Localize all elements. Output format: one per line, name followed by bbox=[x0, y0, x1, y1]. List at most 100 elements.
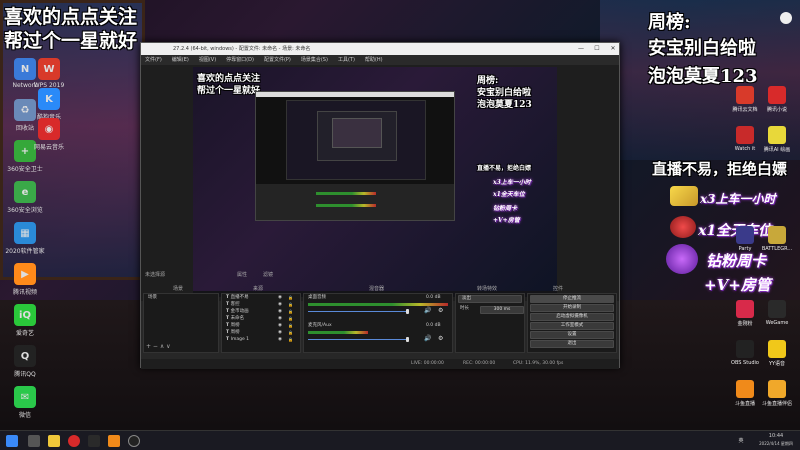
desktop-icon[interactable]: ▶ 腾讯视频 bbox=[2, 263, 48, 296]
properties-button[interactable]: 属性 bbox=[237, 271, 247, 279]
wechat-icon-corner[interactable] bbox=[780, 12, 792, 24]
volume-slider-desktop-knob[interactable] bbox=[406, 309, 409, 314]
lock-icon[interactable]: 🔒 bbox=[288, 322, 293, 329]
control-button[interactable]: 停止推流 bbox=[530, 295, 614, 303]
control-button[interactable]: 工作室模式 bbox=[530, 322, 614, 330]
start-icon[interactable] bbox=[6, 435, 18, 447]
desktop-icon[interactable]: Q 腾讯QQ bbox=[2, 345, 48, 378]
language-indicator[interactable]: 英 bbox=[736, 437, 746, 444]
desktop-icon[interactable]: W WPS 2019 bbox=[26, 58, 72, 89]
lock-icon[interactable]: 🔒 bbox=[288, 315, 293, 322]
source-label: 客控 bbox=[230, 302, 240, 307]
volume-slider-mic[interactable] bbox=[308, 339, 408, 340]
obs-taskbar-icon[interactable] bbox=[128, 435, 140, 447]
desktop-icon[interactable]: K酷狗音乐 bbox=[26, 88, 72, 121]
visibility-eye-icon[interactable]: ◉ bbox=[278, 329, 282, 336]
no-source-selected: 未选择源 bbox=[145, 272, 166, 278]
lock-icon[interactable]: 🔒 bbox=[288, 301, 293, 308]
source-item[interactable]: T 金币动画 ◉ 🔒 bbox=[222, 308, 300, 315]
source-item[interactable]: T Image 1 ◉ 🔒 bbox=[222, 336, 300, 343]
lock-icon[interactable]: 🔒 bbox=[288, 336, 293, 343]
icon-glyph: W bbox=[43, 63, 55, 75]
desktop-icon[interactable]: e 360安全浏览 bbox=[2, 181, 48, 214]
wechat-icon: ✉ bbox=[14, 386, 36, 408]
douyu-taskbar-icon[interactable] bbox=[108, 435, 120, 447]
gift-line1: x3上车一小时 bbox=[700, 192, 776, 206]
obs-menu-item[interactable]: 编辑(E) bbox=[172, 55, 189, 65]
visibility-eye-icon[interactable]: ◉ bbox=[278, 294, 282, 301]
desktop-icon[interactable]: ▦ 2020软件管家 bbox=[2, 222, 48, 255]
live-status: LIVE: 00:00:00 bbox=[411, 361, 444, 366]
maximize-icon[interactable]: ☐ bbox=[589, 43, 605, 55]
mixer-gear-icon[interactable]: ⚙ bbox=[438, 307, 443, 314]
control-button[interactable]: 开始录制 bbox=[530, 304, 614, 312]
kugou-taskbar-icon[interactable] bbox=[88, 435, 100, 447]
visibility-eye-icon[interactable]: ◉ bbox=[278, 315, 282, 322]
desktop-icon[interactable]: 腾讯小说 bbox=[754, 86, 800, 113]
task-view-icon[interactable] bbox=[28, 435, 40, 447]
source-item[interactable]: T 未命名 ◉ 🔒 bbox=[222, 315, 300, 322]
source-item[interactable]: T 直播不易 ◉ 🔒 bbox=[222, 294, 300, 301]
obs-menu-item[interactable]: 停靠窗口(D) bbox=[226, 55, 254, 65]
scene-item[interactable]: 场景 bbox=[144, 294, 218, 301]
obs-menu-item[interactable]: 场景集合(S) bbox=[301, 55, 328, 65]
control-button[interactable]: 退出 bbox=[530, 340, 614, 348]
mixer-channel-mic: 麦克风/Aux bbox=[308, 323, 332, 328]
source-item[interactable]: T 客控 ◉ 🔒 bbox=[222, 301, 300, 308]
netease-taskbar-icon[interactable] bbox=[68, 435, 80, 447]
transitions-panel[interactable]: 淡出 时长 300 ms bbox=[455, 293, 525, 353]
obs-menu-item[interactable]: 文件(F) bbox=[145, 55, 162, 65]
control-button[interactable]: 启动虚拟摄像机 bbox=[530, 313, 614, 321]
audio-mixer[interactable]: 桌面音频 0.0 dB 🔊 ⚙ 麦克风/Aux 0.0 dB 🔊 ⚙ bbox=[303, 293, 453, 353]
file-explorer-icon[interactable] bbox=[48, 435, 60, 447]
source-label: Image 1 bbox=[230, 337, 250, 342]
obs-menu-item[interactable]: 工具(T) bbox=[338, 55, 355, 65]
scenes-list[interactable]: 场景 + − ∧ ∨ bbox=[143, 293, 219, 353]
obs-menu-item[interactable]: 配置文件(P) bbox=[264, 55, 291, 65]
desktop-icon[interactable]: 腾讯AI 绘画 bbox=[754, 126, 800, 153]
lock-icon[interactable]: 🔒 bbox=[288, 308, 293, 315]
desktop-icon[interactable]: ◉ 网易云音乐 bbox=[26, 118, 72, 151]
visibility-eye-icon[interactable]: ◉ bbox=[278, 322, 282, 329]
desktop-icon[interactable]: ✉ 微信 bbox=[2, 386, 48, 419]
clock-time[interactable]: 10:44 bbox=[756, 433, 796, 439]
transitions-dock-title: 转场特效 bbox=[477, 286, 498, 292]
mic-gear-icon[interactable]: ⚙ bbox=[438, 335, 443, 342]
icon-glyph: e bbox=[21, 186, 29, 198]
control-button[interactable]: 设置 bbox=[530, 331, 614, 339]
minimize-icon[interactable]: — bbox=[573, 43, 589, 55]
visibility-eye-icon[interactable]: ◉ bbox=[278, 301, 282, 308]
preview-gift4: +V+房管 bbox=[493, 217, 520, 224]
sources-list[interactable]: T 直播不易 ◉ 🔒 T 客控 ◉ 🔒 T 金币动画 ◉ 🔒 T 未命名 ◉ 🔒 T 周榜 ◉ 🔒 T 周榜 ◉… bbox=[221, 293, 301, 353]
visibility-eye-icon[interactable]: ◉ bbox=[278, 308, 282, 315]
lock-icon[interactable]: 🔒 bbox=[288, 329, 293, 336]
controls-panel[interactable]: 停止推流 开始录制 启动虚拟摄像机 工作室模式 设置 退出 bbox=[527, 293, 617, 353]
preview-week-line2: 泡泡莫夏123 bbox=[477, 100, 532, 110]
obs-menu-item[interactable]: 帮助(H) bbox=[365, 55, 383, 65]
filters-button[interactable]: 滤镜 bbox=[263, 271, 273, 279]
obs-preview[interactable]: 喜欢的点点关注 帮过个一星就好 周榜: 安宝别白给啦 泡泡莫夏123 直播不易，… bbox=[193, 67, 557, 297]
close-icon[interactable]: ✕ bbox=[605, 43, 621, 55]
speaker-icon[interactable]: 🔊 bbox=[424, 307, 431, 314]
volume-slider-mic-knob[interactable] bbox=[406, 337, 409, 342]
clock-date[interactable]: 2022/4/14 星期四 bbox=[752, 441, 800, 447]
volume-slider-desktop[interactable] bbox=[308, 311, 408, 312]
duration-input[interactable]: 300 ms bbox=[480, 306, 524, 314]
cpu-status: CPU: 11.9%, 30.00 fps bbox=[513, 361, 564, 366]
mic-speaker-icon[interactable]: 🔊 bbox=[424, 335, 431, 342]
desktop-icon[interactable]: iQ 爱奇艺 bbox=[2, 304, 48, 337]
source-item[interactable]: T 周榜 ◉ 🔒 bbox=[222, 322, 300, 329]
desktop-icon[interactable]: BATTLEGR... bbox=[754, 226, 800, 252]
obs-window[interactable]: 27.2.4 (64-bit, windows) - 配置文件: 未命名 - 场… bbox=[140, 42, 620, 369]
source-item[interactable]: T 周榜 ◉ 🔒 bbox=[222, 329, 300, 336]
source-label: 未命名 bbox=[230, 316, 245, 321]
desktop-icon[interactable]: YY语音 bbox=[754, 340, 800, 367]
desktop-icon[interactable]: WeGame bbox=[754, 300, 800, 326]
visibility-eye-icon[interactable]: ◉ bbox=[278, 336, 282, 343]
lock-icon[interactable]: 🔒 bbox=[288, 294, 293, 301]
obs-menu-item[interactable]: 视图(V) bbox=[199, 55, 216, 65]
desktop-icon[interactable]: 斗鱼直播伴侣 bbox=[754, 380, 800, 407]
icon-glyph: ◉ bbox=[44, 123, 54, 135]
obs-titlebar[interactable]: 27.2.4 (64-bit, windows) - 配置文件: 未命名 - 场… bbox=[141, 43, 619, 55]
transition-select[interactable]: 淡出 bbox=[458, 295, 522, 303]
